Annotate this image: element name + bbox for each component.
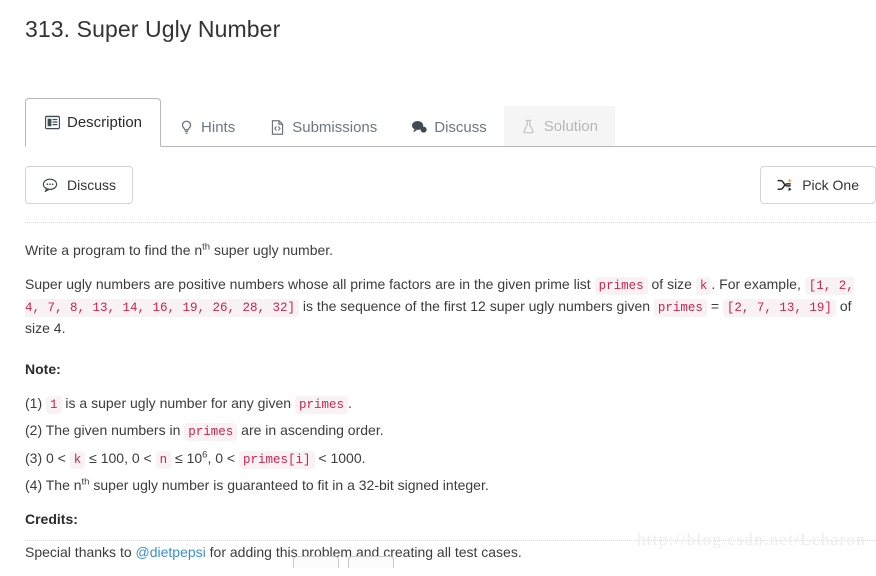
note2-text-a: (2) The given numbers in: [25, 422, 185, 439]
footer-button-right[interactable]: [348, 556, 394, 568]
code-primes-values: [2, 7, 13, 19]: [722, 299, 836, 318]
code-primes-2: primes: [653, 299, 707, 318]
note3-text-b: ≤ 100, 0 <: [85, 449, 156, 466]
code-one: 1: [46, 395, 62, 414]
definition-text-a: Super ugly numbers are positive numbers …: [25, 275, 595, 292]
definition-text-e: =: [706, 298, 723, 315]
pick-one-button-label: Pick One: [802, 177, 859, 193]
note1-text-a: (1): [25, 394, 46, 411]
note-item-3: (3) 0 < k ≤ 100, 0 < n ≤ 106, 0 < primes…: [25, 448, 876, 470]
footer-button-left[interactable]: [293, 556, 339, 568]
tab-label: Description: [67, 114, 143, 131]
note3-text-e: < 1000.: [314, 449, 366, 466]
note3-text-d: , 0 <: [207, 449, 239, 466]
note3-text-a: (3) 0 <: [25, 449, 70, 466]
note-item-1: (1) 1 is a super ugly number for any giv…: [25, 393, 876, 415]
tab-bar: Description Hints Submissions Discuss So…: [25, 98, 876, 147]
note2-text-b: are in ascending order.: [237, 422, 384, 439]
intro-text-before: Write a program to find the n: [25, 242, 203, 258]
tab-label: Hints: [201, 118, 236, 136]
definition-paragraph: Super ugly numbers are positive numbers …: [25, 274, 876, 340]
tab-label: Submissions: [292, 118, 378, 136]
note-item-2: (2) The given numbers in primes are in a…: [25, 420, 876, 442]
note4-text-b: super ugly number is guaranteed to fit i…: [89, 476, 489, 493]
definition-text-b: of size: [647, 275, 696, 292]
toolbar-divider: [25, 222, 876, 223]
tab-hints[interactable]: Hints: [161, 107, 252, 146]
note3-text-c: ≤ 10: [171, 449, 203, 466]
tab-label: Discuss: [434, 118, 487, 136]
pick-one-button[interactable]: Pick One: [760, 166, 876, 204]
code-primes-1: primes: [594, 276, 648, 295]
credits-text-before: Special thanks to: [25, 544, 136, 561]
tab-submissions[interactable]: Submissions: [252, 107, 394, 146]
description-icon: [44, 115, 60, 131]
intro-superscript: th: [202, 241, 211, 253]
code-n: n: [155, 450, 172, 469]
credits-heading: Credits:: [25, 510, 78, 527]
intro-text-after: super ugly number.: [210, 242, 334, 258]
action-toolbar: Discuss Pick One: [25, 166, 876, 204]
shuffle-icon: [777, 177, 793, 193]
code-k-2: k: [69, 450, 86, 469]
page-title: 313. Super Ugly Number: [25, 16, 281, 42]
tab-discuss[interactable]: Discuss: [394, 107, 504, 146]
tab-description[interactable]: Description: [25, 98, 162, 147]
flask-icon: [521, 119, 537, 135]
discuss-button-label: Discuss: [67, 177, 117, 193]
code-k: k: [695, 276, 712, 295]
code-primes-3: primes: [294, 395, 348, 414]
note-item-4: (4) The nth super ugly number is guarant…: [25, 475, 876, 497]
note-heading: Note:: [25, 361, 61, 378]
tab-label: Solution: [543, 118, 598, 135]
comment-outline-icon: [42, 177, 58, 193]
comment-filled-icon: [411, 119, 427, 135]
definition-text-c: . For example,: [711, 275, 805, 292]
code-primes-4: primes: [184, 423, 238, 442]
tab-list: Description Hints Submissions Discuss So…: [25, 98, 876, 147]
credits-user-link[interactable]: @dietpepsi: [136, 544, 206, 560]
watermark: http://blog.csdn.net/Lcharon: [636, 530, 866, 549]
code-primes-index: primes[i]: [239, 450, 315, 469]
file-code-icon: [269, 119, 285, 135]
tab-solution: Solution: [503, 106, 615, 146]
problem-description: Write a program to find the nth super ug…: [25, 240, 876, 576]
problem-page: 313. Super Ugly Number Description Hints…: [0, 0, 876, 568]
note4-text-a: (4) The n: [25, 476, 82, 493]
note1-text-b: is a super ugly number for any given: [61, 394, 295, 411]
lightbulb-icon: [178, 119, 194, 135]
note1-text-c: .: [348, 394, 352, 411]
intro-paragraph: Write a program to find the nth super ug…: [25, 240, 876, 262]
discuss-button[interactable]: Discuss: [25, 166, 134, 204]
definition-text-d: is the sequence of the first 12 super ug…: [299, 298, 654, 315]
